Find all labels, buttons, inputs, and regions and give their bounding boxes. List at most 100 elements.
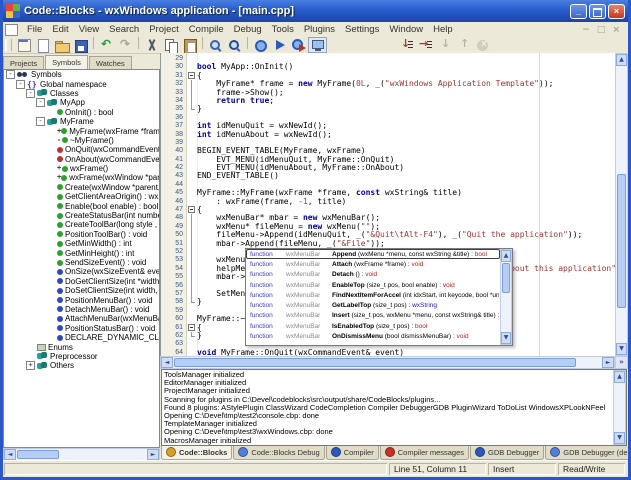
expander-icon[interactable]: -: [6, 70, 15, 79]
tree-item[interactable]: OnSize(wxSizeEvent& event: [4, 267, 159, 276]
paste-button[interactable]: [180, 37, 199, 53]
close-button[interactable]: ×: [608, 4, 625, 19]
tree-item[interactable]: +wxFrame(): [4, 164, 159, 173]
completion-item[interactable]: functionwxMenuBarIsEnabledTop (size_t po…: [246, 321, 500, 331]
tab-projects[interactable]: Projects: [3, 56, 44, 69]
mdi-child-system-icon[interactable]: [5, 24, 18, 36]
tree-item[interactable]: GetMinWidth() : int: [4, 239, 159, 248]
scroll-left-icon[interactable]: ◄: [161, 357, 173, 368]
tree-item[interactable]: OnQuit(wxCommandEvent&: [4, 145, 159, 154]
scroll-down-icon[interactable]: ▼: [616, 343, 627, 355]
save-button[interactable]: [71, 37, 90, 53]
tree-item[interactable]: DetachMenuBar() : void: [4, 305, 159, 314]
code-line[interactable]: 48 wxMenuBar* mbar = new wxMenuBar();: [161, 214, 616, 222]
code-line[interactable]: 43END_EVENT_TABLE(): [161, 172, 616, 180]
code-line[interactable]: 49 wxMenu* fileMenu = new wxMenu("");: [161, 223, 616, 231]
title-bar[interactable]: Code::Blocks - wxWindows application - […: [3, 0, 628, 22]
menu-edit[interactable]: Edit: [47, 24, 73, 35]
debug-run-to-cursor-button[interactable]: [397, 37, 416, 53]
debug-next-line-button[interactable]: [416, 37, 435, 53]
open-button[interactable]: [52, 37, 71, 53]
tab-watches[interactable]: Watches: [89, 56, 132, 69]
code-editor[interactable]: 2930bool MyApp::OnInit()31{32 MyFrame* f…: [160, 53, 616, 356]
tree-item[interactable]: GetMinHeight() : int: [4, 248, 159, 257]
code-line[interactable]: 36: [161, 114, 616, 122]
tree-item[interactable]: SendSizeEvent() : void: [4, 258, 159, 267]
code-line[interactable]: 39: [161, 139, 616, 147]
scroll-down-icon[interactable]: ▼: [614, 432, 625, 444]
tree-item[interactable]: PositionMenuBar() : void: [4, 295, 159, 304]
tree-item[interactable]: -Classes: [4, 89, 159, 98]
log-tab-gdb-debugger-debug-[interactable]: GDB Debugger (debug): [545, 446, 631, 460]
code-line[interactable]: 35}: [161, 105, 616, 113]
log-tab-code-blocks-debug[interactable]: Code::Blocks Debug: [233, 446, 324, 460]
code-line[interactable]: 44: [161, 181, 616, 189]
tree-item[interactable]: CreateStatusBar(int number: [4, 211, 159, 220]
code-line[interactable]: 40BEGIN_EVENT_TABLE(MyFrame, wxFrame): [161, 147, 616, 155]
scroll-thumb[interactable]: [174, 358, 576, 367]
scroll-thumb[interactable]: [617, 174, 626, 308]
tree-item[interactable]: OnInit() : bool: [4, 108, 159, 117]
code-line[interactable]: 38int idMenuAbout = wxNewId();: [161, 131, 616, 139]
tree-item[interactable]: OnAbout(wxCommandEvent: [4, 155, 159, 164]
menu-tools[interactable]: Tools: [267, 24, 299, 35]
tree-item[interactable]: DoGetClientSize(int *width, i: [4, 277, 159, 286]
fold-marker[interactable]: [187, 324, 197, 332]
minimize-button[interactable]: _: [570, 4, 587, 19]
undo-button[interactable]: [97, 37, 116, 53]
log-tab-compiler[interactable]: Compiler: [326, 446, 379, 460]
menu-view[interactable]: View: [74, 24, 104, 35]
menu-compile[interactable]: Compile: [184, 24, 229, 35]
code-line[interactable]: 33 frame->Show();: [161, 89, 616, 97]
log-tab-compiler-messages[interactable]: Compiler messages: [380, 446, 469, 460]
completion-item[interactable]: functionwxMenuBarOnDismissMenu (bool dis…: [246, 331, 500, 341]
code-line[interactable]: 31{: [161, 72, 616, 80]
expander-icon[interactable]: -: [36, 98, 45, 107]
mdi-child-controls[interactable]: − □ ×: [582, 25, 622, 35]
new-file-button[interactable]: [33, 37, 52, 53]
cut-button[interactable]: [142, 37, 161, 53]
tree-item[interactable]: -~MyFrame(): [4, 136, 159, 145]
scroll-right-icon[interactable]: ►: [602, 357, 614, 368]
scroll-up-icon[interactable]: ▲: [616, 54, 627, 66]
code-line[interactable]: 37int idMenuQuit = wxNewId();: [161, 122, 616, 130]
menu-search[interactable]: Search: [104, 24, 144, 35]
debug-step-out-button[interactable]: [454, 37, 473, 53]
menu-file[interactable]: File: [22, 24, 47, 35]
fold-marker[interactable]: [187, 72, 197, 80]
tree-item[interactable]: DoSetClientSize(int width, in: [4, 286, 159, 295]
compile-and-run-button[interactable]: [289, 37, 308, 53]
debug-step-into-button[interactable]: [435, 37, 454, 53]
completion-item[interactable]: functionwxMenuBarFindNextItemForAccel (i…: [246, 290, 500, 300]
scroll-up-icon[interactable]: ▲: [614, 371, 625, 383]
tab-symbols[interactable]: Symbols: [45, 55, 88, 69]
code-line[interactable]: 29: [161, 55, 616, 63]
tree-item[interactable]: CreateToolBar(long style , w: [4, 220, 159, 229]
log-tab-gdb-debugger[interactable]: GDB Debugger: [470, 446, 544, 460]
popup-scrollbar[interactable]: ▲ ▼: [500, 249, 512, 345]
completion-item[interactable]: functionwxMenuBarGetLabelTop (size_t pos…: [246, 300, 500, 310]
tree-item[interactable]: Enums: [4, 342, 159, 351]
log-vscrollbar[interactable]: ▲ ▼: [613, 370, 626, 445]
expander-icon[interactable]: -: [36, 117, 45, 126]
tree-item[interactable]: GetClientAreaOrigin() : wxPo: [4, 192, 159, 201]
tree-item[interactable]: Preprocessor: [4, 352, 159, 361]
symbols-tree[interactable]: -Symbols-{}Global namespace-Classes-MyAp…: [3, 69, 160, 448]
expander-icon[interactable]: -: [26, 89, 35, 98]
tree-item[interactable]: DECLARE_DYNAMIC_CLA: [4, 333, 159, 342]
menu-project[interactable]: Project: [144, 24, 184, 35]
completion-item[interactable]: functionwxMenuBarAttach (wxFrame *frame)…: [246, 259, 500, 269]
fold-marker[interactable]: [187, 206, 197, 214]
code-line[interactable]: 45MyFrame::MyFrame(wxFrame *frame, const…: [161, 189, 616, 197]
new-project-button[interactable]: [14, 37, 33, 53]
scroll-up-icon[interactable]: ▲: [501, 250, 511, 262]
completion-item[interactable]: functionwxMenuBarEnableTop (size_t pos, …: [246, 280, 500, 290]
code-line[interactable]: 34 return true;: [161, 97, 616, 105]
editor-vscrollbar[interactable]: ▲ ▼: [615, 53, 628, 356]
rebuild-button[interactable]: [308, 37, 327, 53]
tree-item[interactable]: -MyFrame: [4, 117, 159, 126]
code-line[interactable]: 41 EVT_MENU(idMenuQuit, MyFrame::OnQuit): [161, 156, 616, 164]
find-button[interactable]: [206, 37, 225, 53]
code-line[interactable]: 64void MyFrame::OnQuit(wxCommandEvent& e…: [161, 349, 616, 356]
menu-plugins[interactable]: Plugins: [299, 24, 340, 35]
